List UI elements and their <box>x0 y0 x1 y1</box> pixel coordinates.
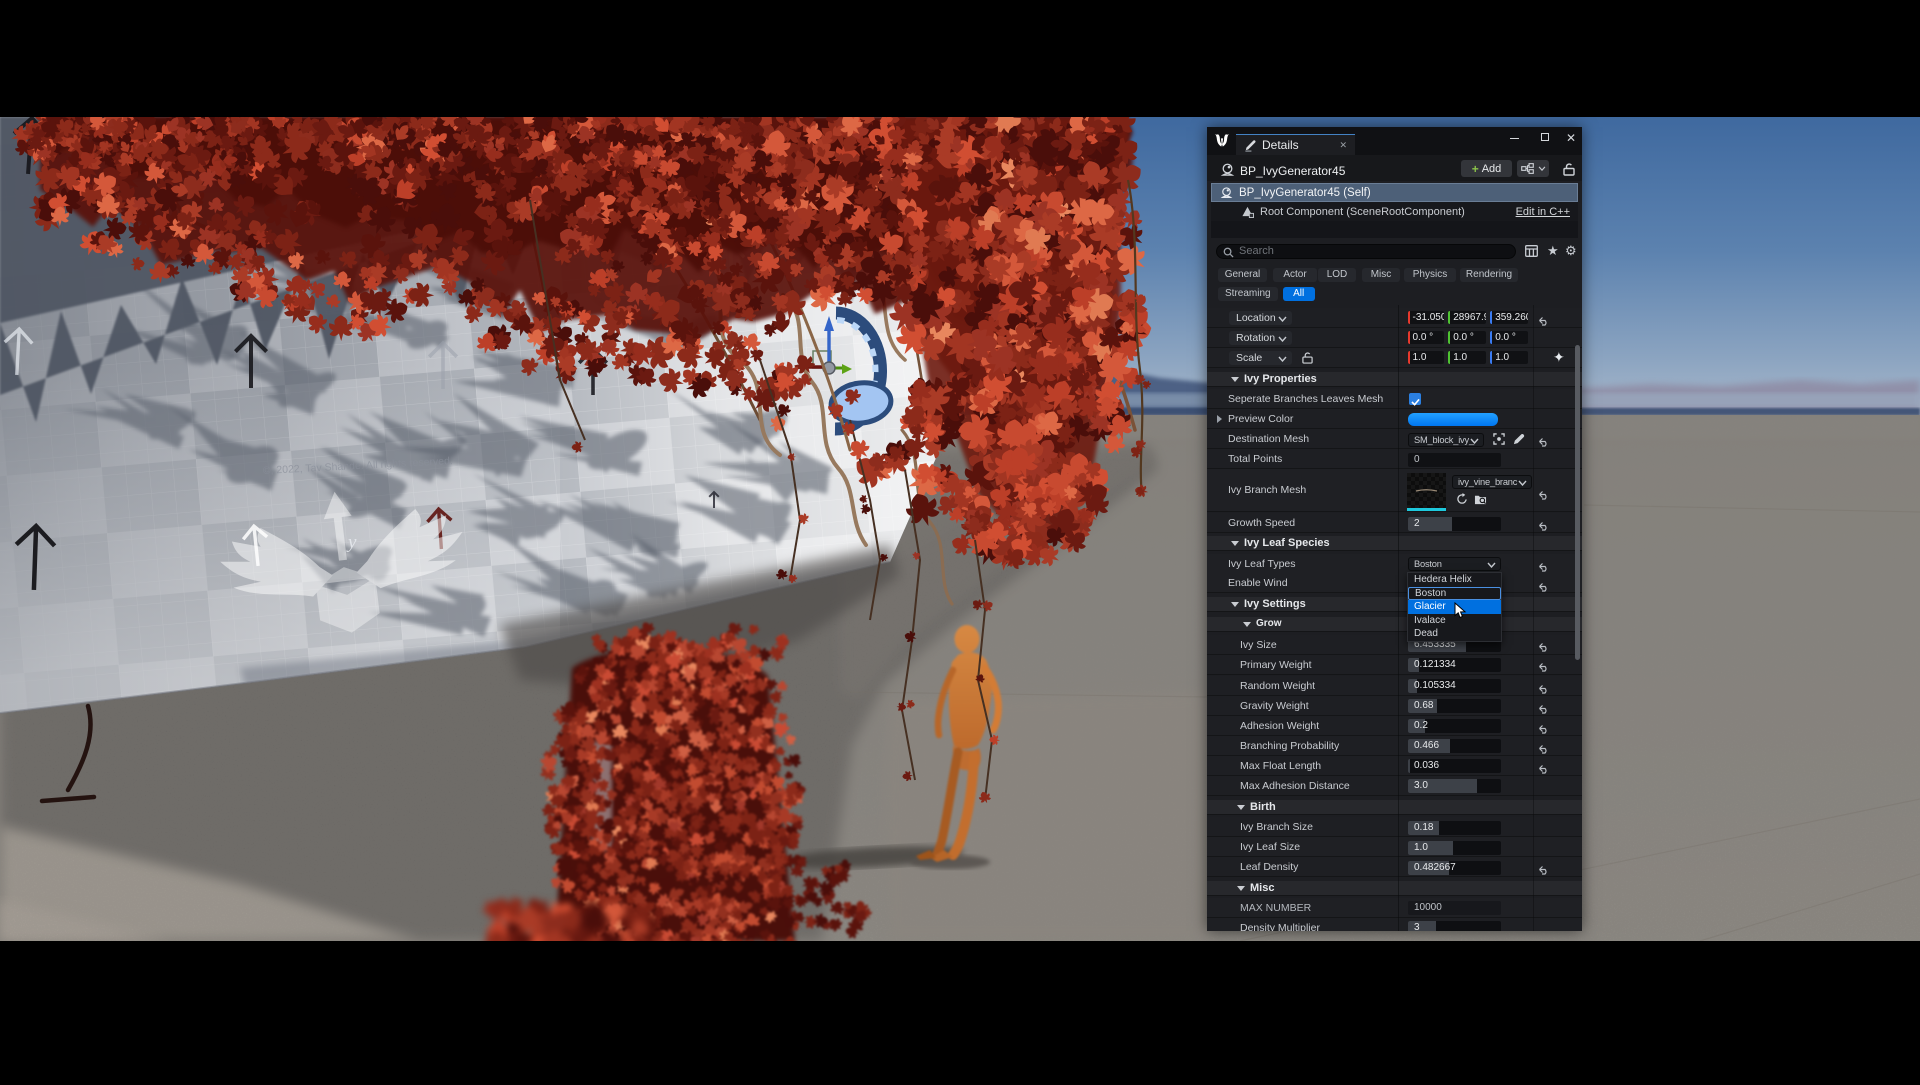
svg-text:y: y <box>346 532 357 553</box>
